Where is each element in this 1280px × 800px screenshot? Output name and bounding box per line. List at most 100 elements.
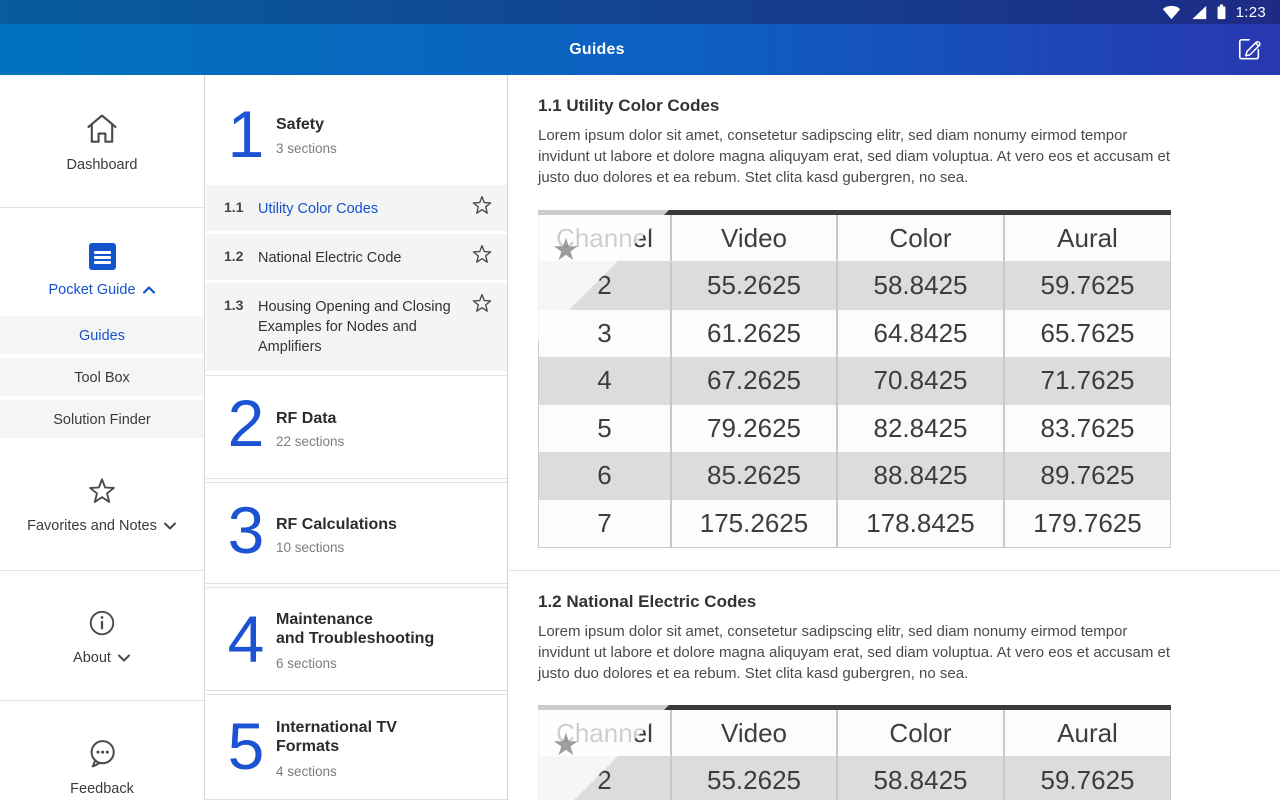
sidebar-item-label: Guides [79, 328, 125, 344]
sidebar-item-label: Feedback [0, 781, 204, 797]
chapter-section-count: 22 sections [276, 434, 344, 449]
cell-color: 58.8425 [836, 757, 1003, 800]
chapter-section-count: 4 sections [276, 764, 337, 779]
table-header-row: Channel Video Color Aural [539, 710, 1170, 757]
favorite-star-icon[interactable] [471, 244, 493, 270]
cell-aural: 179.7625 [1003, 500, 1170, 548]
cell-video: 55.2625 [670, 757, 836, 800]
cell-channel: 6 [539, 452, 670, 500]
table-row: 7 175.2625 178.8425 179.7625 [539, 500, 1170, 548]
chevron-down-icon [163, 521, 177, 531]
sidebar-divider [0, 700, 204, 701]
sidebar-item-dashboard[interactable]: Dashboard [0, 113, 204, 173]
sidebar-item-about[interactable]: About [0, 608, 204, 667]
chapter-section-count: 3 sections [276, 141, 337, 156]
cell-channel: 2 [539, 262, 670, 310]
section-heading: 1.1 Utility Color Codes [538, 96, 719, 116]
sidebar-item-label: Tool Box [74, 370, 130, 386]
cell-video: 175.2625 [670, 500, 836, 548]
column-header: Video [670, 710, 836, 756]
column-header: Channel [539, 215, 670, 261]
cell-color: 178.8425 [836, 500, 1003, 548]
section-item-1-2[interactable]: 1.2 National Electric Code [206, 234, 507, 280]
section-number: 1.1 [224, 199, 243, 215]
sidebar: Dashboard Pocket Guide Guides Tool Box S… [0, 75, 205, 800]
battery-icon [1216, 4, 1227, 20]
frequency-table-2: Channel Video Color Aural 2 55.2625 58.8… [538, 705, 1171, 800]
chapter-section-count: 10 sections [276, 540, 344, 555]
sidebar-item-label: Pocket Guide [48, 282, 135, 298]
section-title: National Electric Code [258, 248, 463, 268]
sidebar-item-tool-box[interactable]: Tool Box [0, 358, 204, 398]
section-item-1-1[interactable]: 1.1 Utility Color Codes [206, 185, 507, 231]
sidebar-item-guides[interactable]: Guides [0, 316, 204, 356]
cell-aural: 59.7625 [1003, 262, 1170, 310]
sidebar-item-solution-finder[interactable]: Solution Finder [0, 400, 204, 440]
chapter-5-card[interactable]: 5 International TV Formats 4 sections [206, 694, 507, 800]
chapter-title: RF Calculations [276, 515, 397, 534]
chapter-number: 2 [220, 390, 272, 456]
cell-color: 70.8425 [836, 357, 1003, 405]
cell-color: 82.8425 [836, 405, 1003, 453]
cell-video: 61.2625 [670, 310, 836, 358]
cell-channel: 3 [539, 310, 670, 358]
app-bar: Guides [0, 24, 1280, 75]
table-row: 3 61.2625 64.8425 65.7625 [539, 310, 1170, 358]
frequency-table-1: Channel Video Color Aural 2 55.2625 58.8… [538, 210, 1171, 548]
chapter-number: 5 [220, 713, 272, 779]
cell-color: 58.8425 [836, 262, 1003, 310]
section-number: 1.2 [224, 248, 243, 264]
table-row: 2 55.2625 58.8425 59.7625 [539, 757, 1170, 800]
column-header: Video [670, 215, 836, 261]
sidebar-divider [0, 570, 204, 571]
status-bar: 1:23 [0, 0, 1280, 24]
edit-icon[interactable] [1235, 35, 1263, 63]
chapter-2-card[interactable]: 2 RF Data 22 sections [206, 375, 507, 479]
cell-video: 55.2625 [670, 262, 836, 310]
home-icon [85, 113, 119, 145]
sidebar-item-label: Dashboard [0, 157, 204, 173]
favorite-star-icon[interactable] [471, 195, 493, 221]
chapter-title: International TV Formats [276, 718, 397, 756]
cell-channel: 7 [539, 500, 670, 548]
chapter-title: Safety [276, 115, 324, 134]
cell-color: 88.8425 [836, 452, 1003, 500]
column-header: Color [836, 215, 1003, 261]
status-time: 1:23 [1236, 4, 1266, 21]
cell-aural: 65.7625 [1003, 310, 1170, 358]
sidebar-divider [0, 207, 204, 208]
section-divider [509, 570, 1280, 571]
column-header: Aural [1003, 215, 1170, 261]
sidebar-item-feedback[interactable]: Feedback [0, 738, 204, 797]
chapter-number: 1 [220, 101, 272, 167]
chapter-title: Maintenance and Troubleshooting [276, 610, 434, 648]
section-number: 1.3 [224, 297, 243, 313]
cell-aural: 83.7625 [1003, 405, 1170, 453]
star-icon [87, 477, 117, 506]
sidebar-item-label: Favorites and Notes [27, 518, 157, 534]
favorite-star-icon[interactable] [471, 293, 493, 319]
wifi-icon [1162, 5, 1181, 20]
menu-icon [89, 243, 116, 270]
chapter-number: 4 [220, 606, 272, 672]
feedback-icon [86, 738, 118, 769]
sidebar-item-favorites[interactable]: Favorites and Notes [0, 477, 204, 535]
chapter-3-card[interactable]: 3 RF Calculations 10 sections [206, 482, 507, 584]
column-header: Aural [1003, 710, 1170, 756]
cell-color: 64.8425 [836, 310, 1003, 358]
section-paragraph: Lorem ipsum dolor sit amet, consetetur s… [538, 125, 1172, 188]
cell-video: 67.2625 [670, 357, 836, 405]
table-row: 5 79.2625 82.8425 83.7625 [539, 405, 1170, 453]
cell-video: 85.2625 [670, 452, 836, 500]
section-item-1-3[interactable]: 1.3 Housing Opening and Closing Examples… [206, 283, 507, 371]
app-screen: 1:23 Guides Dashboard Pocket Guide [0, 0, 1280, 800]
chapter-number: 3 [220, 497, 272, 563]
table-header-row: Channel Video Color Aural [539, 215, 1170, 262]
sidebar-item-label: About [73, 650, 111, 666]
chevron-up-icon [142, 285, 156, 295]
chapter-4-card[interactable]: 4 Maintenance and Troubleshooting 6 sect… [206, 587, 507, 691]
cell-channel: 4 [539, 357, 670, 405]
sidebar-item-pocket-guide[interactable]: Pocket Guide [0, 243, 204, 299]
cellular-signal-icon [1190, 5, 1207, 20]
table-row: 2 55.2625 58.8425 59.7625 [539, 262, 1170, 310]
